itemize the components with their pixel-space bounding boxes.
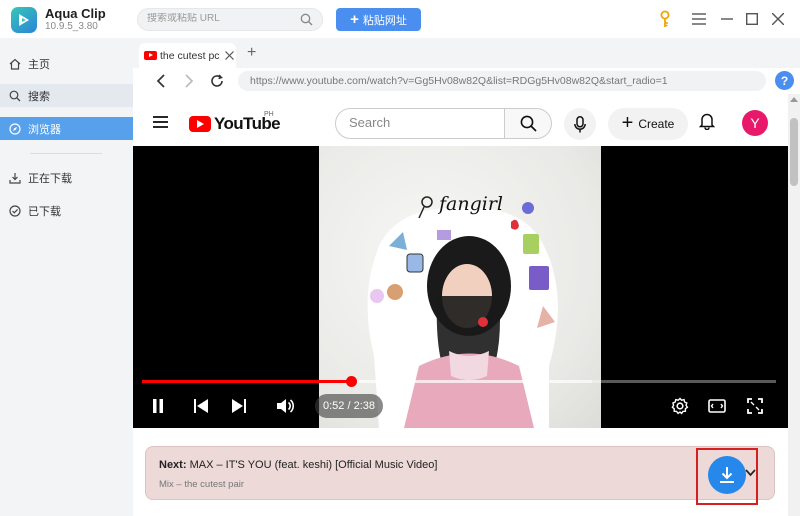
address-url: https://www.youtube.com/watch?v=Gg5Hv08w… — [250, 75, 668, 87]
youtube-favicon-icon — [144, 51, 157, 60]
youtube-logo[interactable]: YouTube PH — [189, 111, 281, 134]
youtube-search-box[interactable] — [335, 108, 505, 139]
sidebar-item-search[interactable]: 搜索 — [0, 84, 133, 107]
search-icon[interactable] — [300, 13, 313, 31]
next-video-title: MAX – IT'S YOU (feat. keshi) [Official M… — [189, 459, 438, 471]
progress-played — [142, 380, 352, 383]
next-label: Next: — [159, 459, 187, 471]
search-icon — [9, 90, 21, 101]
webpage-youtube: YouTube PH + Create Y — [133, 94, 788, 516]
youtube-logo-icon — [189, 116, 211, 132]
app-name: Aqua Clip — [45, 6, 106, 21]
fullscreen-icon[interactable] — [745, 396, 765, 416]
youtube-search-button[interactable] — [505, 108, 552, 139]
help-icon[interactable]: ? — [775, 71, 794, 90]
create-button[interactable]: + Create — [608, 108, 688, 140]
notifications-bell-icon[interactable] — [698, 112, 716, 135]
url-search-input[interactable] — [147, 13, 297, 24]
download-arrow-icon — [720, 467, 734, 483]
settings-gear-icon[interactable] — [670, 396, 690, 416]
app-logo-icon — [11, 7, 37, 33]
browser-navbar: https://www.youtube.com/watch?v=Gg5Hv08w… — [133, 68, 800, 94]
next-up-banner[interactable]: Next: MAX – IT'S YOU (feat. keshi) [Offi… — [145, 446, 775, 500]
video-time: 0:52 / 2:38 — [315, 394, 383, 418]
app-titlebar: Aqua Clip 10.9.5_3.80 + 粘贴网址 — [0, 0, 800, 38]
sidebar-item-label: 正在下载 — [28, 172, 72, 185]
new-tab-icon[interactable]: + — [247, 44, 256, 62]
next-up-title: Next: MAX – IT'S YOU (feat. keshi) [Offi… — [159, 459, 437, 471]
sidebar-item-downloading[interactable]: 正在下载 — [0, 166, 133, 189]
pause-icon[interactable] — [148, 396, 168, 416]
youtube-search-input[interactable] — [349, 115, 489, 130]
download-icon — [9, 172, 21, 184]
next-up-subtitle: Mix – the cutest pair — [159, 479, 245, 490]
search-icon — [520, 115, 537, 132]
key-icon[interactable] — [656, 10, 674, 28]
address-bar[interactable]: https://www.youtube.com/watch?v=Gg5Hv08w… — [238, 71, 766, 91]
previous-icon[interactable] — [191, 396, 211, 416]
chevron-down-icon[interactable] — [745, 464, 756, 482]
back-icon[interactable] — [153, 73, 169, 89]
sidebar-item-browser[interactable]: 浏览器 — [0, 117, 133, 140]
create-label: Create — [638, 117, 675, 131]
plus-icon: + — [350, 11, 359, 28]
paste-url-button[interactable]: + 粘贴网址 — [336, 8, 421, 31]
paste-url-label: 粘贴网址 — [362, 14, 407, 27]
tab-title: the cutest pc — [160, 49, 220, 62]
url-search-box[interactable] — [137, 8, 323, 31]
forward-icon[interactable] — [181, 73, 197, 89]
youtube-header: YouTube PH + Create Y — [133, 94, 788, 146]
region-code: PH — [264, 111, 274, 118]
browser-tab[interactable]: the cutest pc — [139, 43, 236, 68]
close-icon[interactable] — [769, 10, 787, 28]
scroll-up-icon[interactable] — [790, 97, 798, 102]
minimize-icon[interactable] — [718, 10, 736, 28]
maximize-icon[interactable] — [743, 10, 761, 28]
theater-mode-icon[interactable] — [707, 396, 727, 416]
next-icon[interactable] — [229, 396, 249, 416]
home-icon — [9, 58, 21, 70]
scrollbar-thumb[interactable] — [790, 118, 798, 186]
sidebar-divider — [30, 153, 102, 154]
sidebar-item-label: 主页 — [28, 58, 50, 71]
menu-icon[interactable] — [690, 10, 708, 28]
browser-tab-strip: the cutest pc + — [133, 38, 800, 68]
tab-close-icon[interactable] — [225, 51, 234, 60]
sidebar: 主页 搜索 浏览器 正在下载 已下载 — [0, 38, 133, 516]
voice-search-button[interactable] — [564, 108, 596, 140]
video-frame: fangirl — [319, 146, 601, 428]
hamburger-menu-icon[interactable] — [153, 115, 168, 133]
sidebar-item-label: 已下载 — [28, 205, 61, 218]
compass-icon — [9, 122, 21, 135]
sidebar-item-downloaded[interactable]: 已下载 — [0, 199, 133, 222]
app-version: 10.9.5_3.80 — [45, 21, 98, 32]
sidebar-item-label: 浏览器 — [28, 123, 61, 136]
microphone-icon — [574, 115, 586, 132]
plus-icon: + — [621, 112, 634, 134]
video-player[interactable]: fangirl 0:52 / 2:38 — [133, 146, 788, 428]
sidebar-item-label: 搜索 — [28, 90, 50, 103]
video-art-title: fangirl — [439, 193, 503, 215]
reload-icon[interactable] — [209, 73, 225, 89]
video-thumbnail-art — [367, 196, 558, 428]
avatar[interactable]: Y — [742, 110, 768, 136]
sidebar-item-home[interactable]: 主页 — [0, 52, 133, 75]
download-button[interactable] — [708, 456, 746, 494]
volume-icon[interactable] — [276, 396, 296, 416]
check-circle-icon — [9, 204, 21, 217]
